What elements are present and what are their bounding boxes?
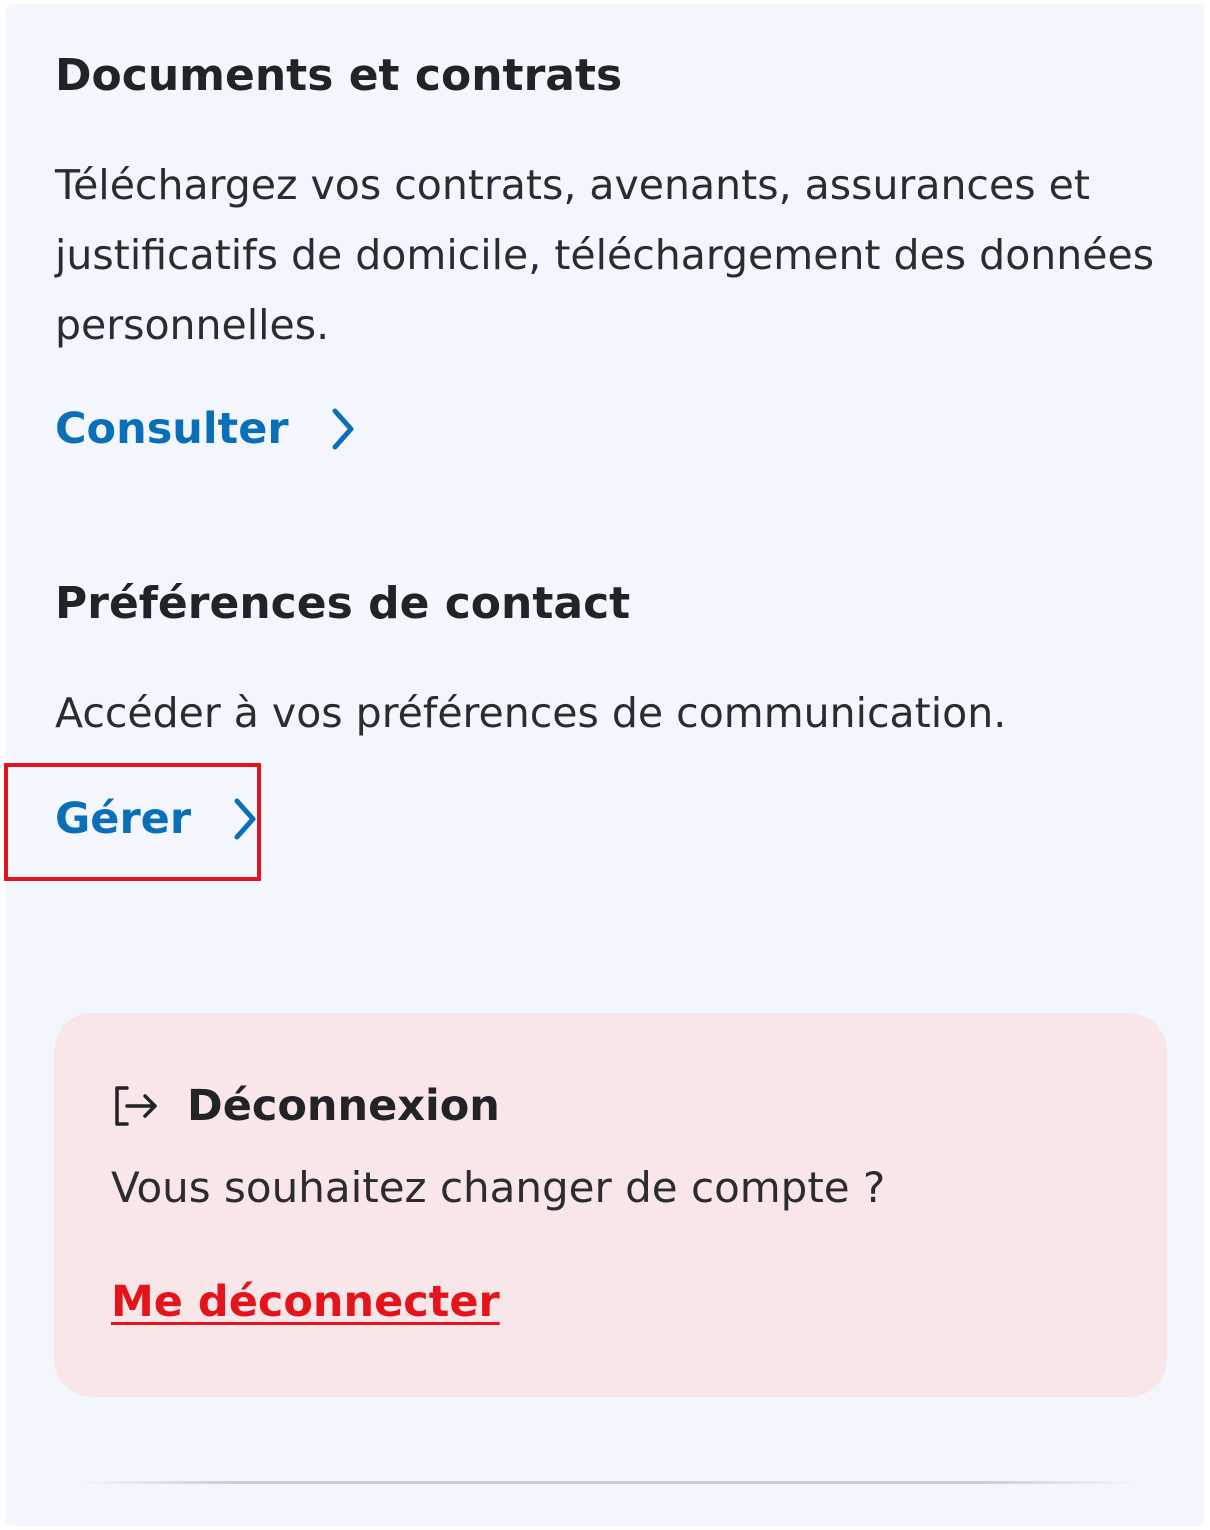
logout-icon: [115, 1086, 157, 1126]
chevron-right-icon: [332, 408, 354, 450]
highlight-box: [4, 763, 261, 881]
logout-title: Déconnexion: [187, 1081, 500, 1131]
documents-title: Documents et contrats: [55, 50, 623, 101]
documents-description: Téléchargez vos contrats, avenants, assu…: [55, 161, 1155, 349]
logout-link[interactable]: Me déconnecter: [111, 1277, 500, 1327]
logout-description: Vous souhaitez changer de compte ?: [111, 1163, 886, 1212]
consulter-link[interactable]: Consulter: [55, 404, 357, 454]
logout-card: Déconnexion Vous souhaitez changer de co…: [54, 1013, 1167, 1397]
contact-preferences-title: Préférences de contact: [55, 578, 631, 629]
logout-header: Déconnexion: [111, 1081, 500, 1131]
bottom-divider: [78, 1481, 1138, 1484]
consulter-link-label: Consulter: [55, 404, 289, 454]
contact-preferences-description: Accéder à vos préférences de communicati…: [55, 689, 1007, 737]
